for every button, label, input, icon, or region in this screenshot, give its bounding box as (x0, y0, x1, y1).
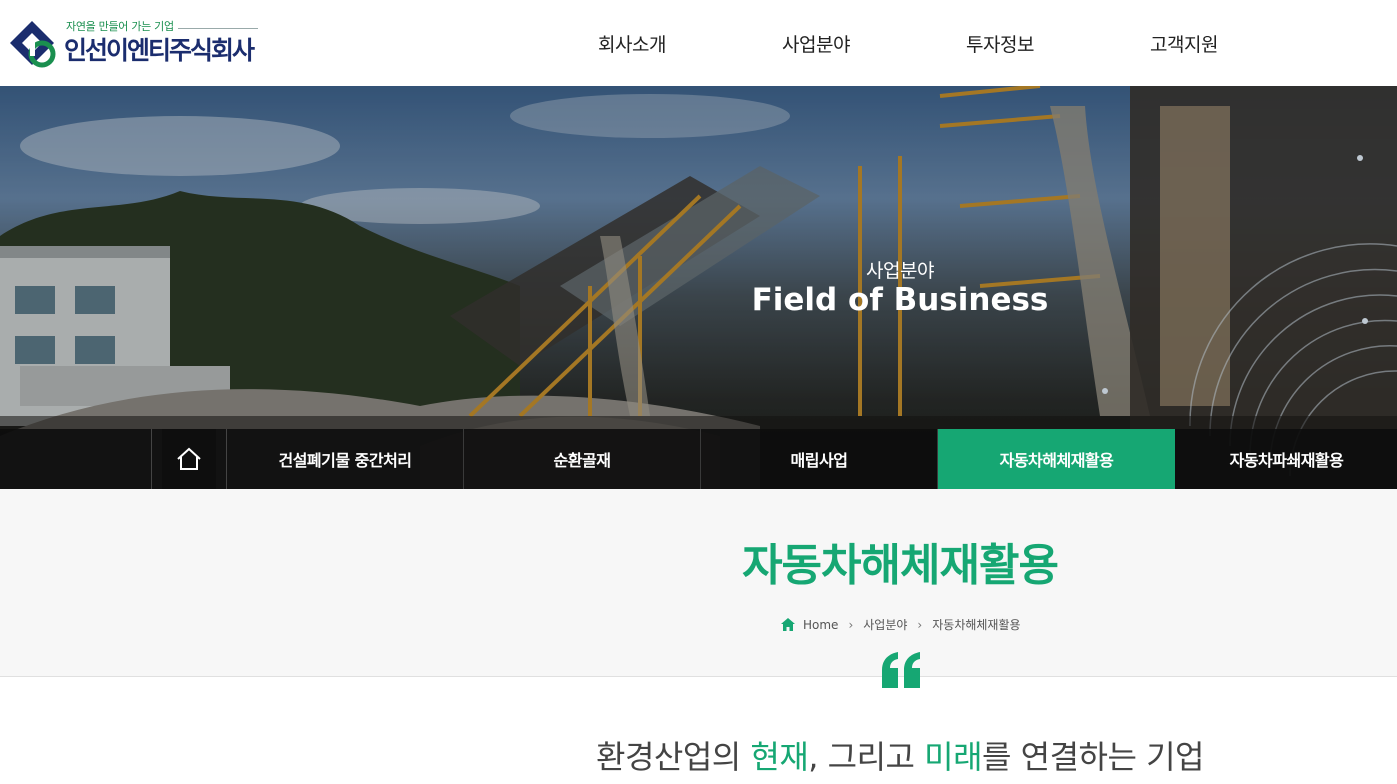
chevron-right-icon: › (848, 617, 854, 632)
nav-item-investment[interactable]: 투자정보 (908, 0, 1092, 86)
logo-mark-icon (10, 21, 56, 68)
breadcrumb-home[interactable]: Home (803, 618, 838, 632)
breadcrumb-current: 자동차해체재활용 (932, 618, 1021, 632)
site-header: 자연을 만들어 가는 기업 인선이엔티주식회사 회사소개 사업분야 투자정보 고… (0, 0, 1397, 86)
breadcrumb-home-icon (781, 618, 795, 631)
chevron-right-icon: › (917, 617, 923, 632)
page-heading-section: 자동차해체재활용 Home › 사업분야 › 자동차해체재활용 (0, 489, 1397, 677)
home-icon (177, 447, 201, 470)
slogan-part-2: , 그리고 (808, 738, 925, 776)
nav-item-company[interactable]: 회사소개 (540, 0, 724, 86)
subnav-item-car-shredding[interactable]: 자동차파쇄재활용 (1176, 429, 1397, 489)
company-logo[interactable]: 자연을 만들어 가는 기업 인선이엔티주식회사 (8, 16, 268, 70)
nav-item-business[interactable]: 사업분야 (724, 0, 908, 86)
breadcrumb: Home › 사업분야 › 자동차해체재활용 (781, 616, 1021, 633)
quote-icon (882, 652, 920, 688)
sub-navigation: 건설폐기물 중간처리 순환골재 매립사업 자동차해체재활용 자동차파쇄재활용 (0, 429, 1397, 489)
slogan-part-3: 를 연결하는 기업 (982, 738, 1204, 776)
hero-subtitle: 사업분야 (866, 260, 934, 282)
subnav-item-construction-waste[interactable]: 건설폐기물 중간처리 (227, 429, 464, 489)
main-nav: 회사소개 사업분야 투자정보 고객지원 (540, 0, 1276, 86)
slogan-highlight-present: 현재 (750, 738, 809, 776)
slogan-highlight-future: 미래 (924, 738, 983, 776)
subnav-item-car-dismantling[interactable]: 자동차해체재활용 (938, 429, 1175, 489)
page-title: 자동차해체재활용 (742, 540, 1059, 591)
subnav-item-recycled-aggregate[interactable]: 순환골재 (464, 429, 701, 489)
hero-title: Field of Business (751, 282, 1049, 318)
breadcrumb-business[interactable]: 사업분야 (863, 616, 907, 633)
subnav-home-button[interactable] (151, 429, 227, 489)
slogan: 환경산업의 현재, 그리고 미래를 연결하는 기업 (0, 732, 1397, 778)
logo-divider (178, 28, 258, 29)
logo-company-name: 인선이엔티주식회사 (64, 36, 255, 65)
nav-item-support[interactable]: 고객지원 (1092, 0, 1276, 86)
subnav-home-box (162, 429, 216, 489)
slogan-part-1: 환경산업의 (596, 738, 751, 776)
subnav-item-landfill[interactable]: 매립사업 (701, 429, 938, 489)
